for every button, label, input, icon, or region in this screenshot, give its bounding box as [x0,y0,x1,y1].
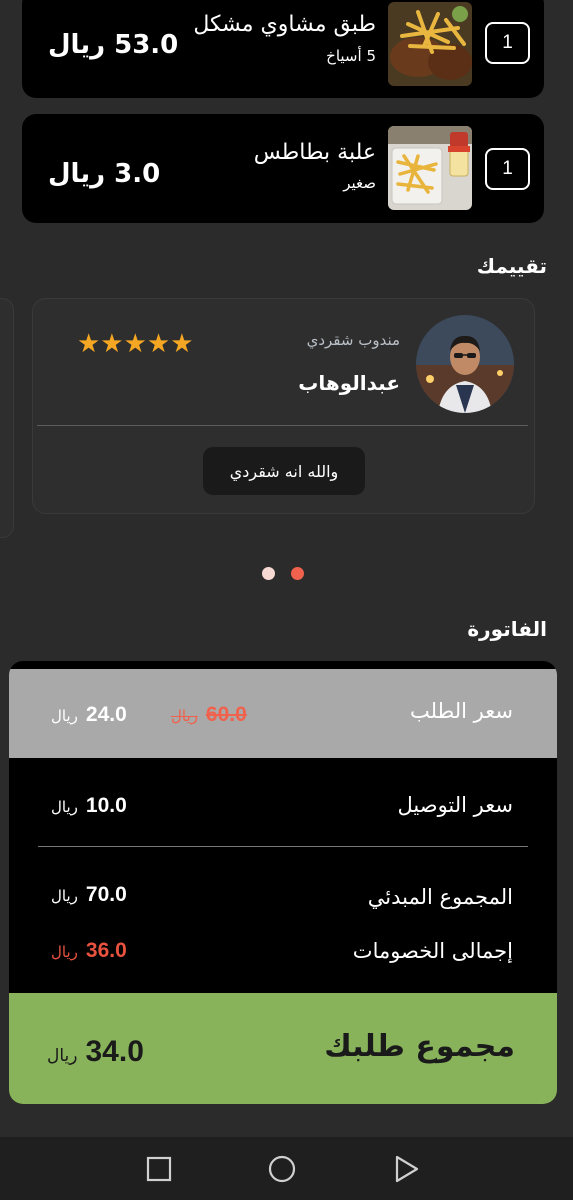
total-label: مجموع طلبك [324,1029,515,1064]
review-comment: والله انه شقردي [203,447,365,495]
order-item-card: 1 علبة بطاطس صغير 3.0 ريال [22,114,544,223]
back-icon[interactable] [394,1155,420,1183]
divider [37,425,528,426]
order-item-card: 1 طبق مشاوي مشكل 5 أسياخ 53.0 ريال [22,0,544,98]
divider [38,846,528,847]
currency-label: ريال [51,943,78,961]
invoice-section-title: الفاتورة [467,617,547,641]
discounts-label: إجمالى الخصومات [352,939,513,963]
order-price-label: سعر الطلب [409,699,513,723]
item-name: طبق مشاوي مشكل [193,12,376,37]
subtotal-value: 70.0 [85,883,127,906]
delivery-price-amount: 10.0 ريال [51,794,127,818]
review-card[interactable]: مندوب شقردي عبدالوهاب ★★★★★ والله انه شق… [32,298,535,514]
star-rating: ★★★★★ [77,329,194,359]
total-amount: 34.0 ريال [47,1035,144,1069]
subtotal-label: المجموع المبدئي [367,885,513,909]
review-card-peek[interactable] [0,298,14,538]
total-value: 34.0 [85,1035,144,1068]
invoice-card: سعر الطلب 24.0 ريال 60.0 ريال سعر التوصي… [9,661,557,1104]
reviewer-name: عبدالوهاب [298,371,400,395]
currency-label: ريال [51,707,78,725]
quantity-box: 1 [485,22,530,64]
system-nav-bar [0,1137,573,1200]
quantity-value: 1 [502,158,513,179]
order-total-row: مجموع طلبك 34.0 ريال [9,993,557,1104]
quantity-value: 1 [502,32,513,53]
item-image [388,126,472,210]
original-price-value: 60.0 [205,703,247,726]
item-name: علبة بطاطس [253,140,376,165]
subtotal-amount: 70.0 ريال [51,883,127,907]
delivery-price-value: 10.0 [85,794,127,817]
reviewer-role: مندوب شقردي [306,331,400,349]
currency-label: ريال [51,887,78,905]
pager-dot-active[interactable] [291,567,304,580]
item-option: 5 أسياخ [326,47,376,65]
currency-label: ريال [47,1046,78,1066]
recent-apps-icon[interactable] [146,1156,172,1182]
item-price: 53.0 ريال [48,30,179,60]
quantity-box: 1 [485,148,530,190]
delivery-price-label: سعر التوصيل [397,793,513,817]
item-option: صغير [343,174,376,192]
item-image [388,2,472,86]
order-price-row: سعر الطلب 24.0 ريال 60.0 ريال [9,669,557,758]
home-icon[interactable] [268,1155,296,1183]
review-section-title: تقييمك [476,254,547,278]
pager-dot-inactive[interactable] [262,567,275,580]
original-price-amount: 60.0 ريال [171,703,247,727]
currency-label: ريال [171,707,198,725]
order-price-value: 24.0 [85,703,127,726]
avatar [416,315,514,413]
currency-label: ريال [51,798,78,816]
order-price-amount: 24.0 ريال [51,703,127,727]
discounts-amount: 36.0 ريال [51,939,127,963]
item-price: 3.0 ريال [48,159,161,189]
discounts-value: 36.0 [85,939,127,962]
